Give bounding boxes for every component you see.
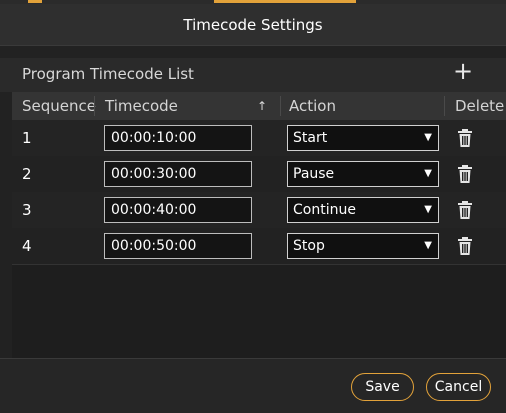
action-select[interactable]: Start ▼ [287,125,439,151]
table-row: 4 00:00:50:00 Stop ▼ [12,228,506,265]
list-title: Program Timecode List [22,65,194,83]
action-value: Continue [293,202,356,218]
action-value: Pause [293,166,335,182]
top-accent-left [28,0,42,3]
dropdown-arrow-icon: ▼ [424,240,432,251]
action-select[interactable]: Continue ▼ [287,197,439,223]
save-button[interactable]: Save [351,373,414,401]
trash-icon[interactable] [458,129,472,147]
list-header: Program Timecode List + [0,58,506,92]
table-row: 1 00:00:10:00 Start ▼ [12,120,506,157]
table-row: 2 00:00:30:00 Pause ▼ [12,156,506,193]
sort-ascending-icon[interactable]: ↑ [257,92,267,120]
action-value: Stop [293,238,325,254]
header-separator [94,96,95,116]
sequence-cell: 3 [22,201,32,219]
header-timecode[interactable]: Timecode [105,92,178,120]
trash-icon[interactable] [458,201,472,219]
trash-icon[interactable] [458,237,472,255]
dropdown-arrow-icon: ▼ [424,204,432,215]
header-separator [280,96,281,116]
action-select[interactable]: Pause ▼ [287,161,439,187]
sequence-cell: 1 [22,129,32,147]
dialog-footer: Save Cancel [0,358,506,413]
timecode-input[interactable]: 00:00:40:00 [104,197,252,223]
top-accent-center [214,0,356,3]
header-delete: Delete [455,97,505,115]
sequence-cell: 4 [22,237,32,255]
timecode-input[interactable]: 00:00:50:00 [104,233,252,259]
add-timecode-button[interactable]: + [452,58,474,84]
dropdown-arrow-icon: ▼ [424,132,432,143]
action-value: Start [293,130,328,146]
timecode-input[interactable]: 00:00:30:00 [104,161,252,187]
header-action[interactable]: Action [289,92,336,120]
dialog-title: Timecode Settings [0,4,506,46]
sequence-cell: 2 [22,165,32,183]
table-row: 3 00:00:40:00 Continue ▼ [12,192,506,229]
table-header: Sequence Timecode ↑ Action Delete [12,92,506,120]
dropdown-arrow-icon: ▼ [424,168,432,179]
trash-icon[interactable] [458,165,472,183]
timecode-input[interactable]: 00:00:10:00 [104,125,252,151]
table-empty-area [12,272,506,358]
header-sequence[interactable]: Sequence [22,92,96,120]
action-select[interactable]: Stop ▼ [287,233,439,259]
header-separator [444,96,445,116]
cancel-button[interactable]: Cancel [426,373,491,401]
